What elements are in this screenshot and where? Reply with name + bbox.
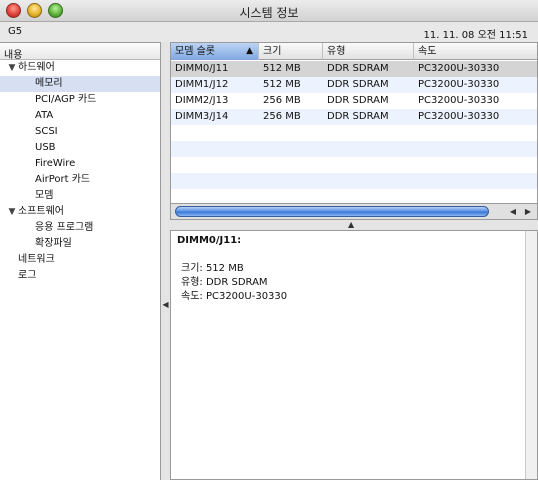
- sidebar-item[interactable]: ATA: [0, 108, 160, 124]
- scroll-right-icon[interactable]: ▶: [521, 205, 535, 218]
- sidebar-item[interactable]: 모뎀: [0, 188, 160, 204]
- table-cell: 256 MB: [263, 111, 301, 122]
- table-cell: DDR SDRAM: [327, 111, 389, 122]
- sidebar-item-label: 네트워크: [18, 254, 55, 265]
- sidebar-item[interactable]: AirPort 카드: [0, 172, 160, 188]
- horizontal-splitter[interactable]: ▲: [170, 220, 538, 230]
- sidebar-item[interactable]: ▼ 하드웨어: [0, 60, 160, 76]
- sidebar-item-label: 메모리: [35, 78, 63, 89]
- memory-table: 모뎀 슬롯 ▲ 크기 유형 속도 DIMM0/J11 512 MB DDR SDRA…: [170, 42, 538, 204]
- detail-scrollbar[interactable]: [525, 231, 537, 479]
- table-row[interactable]: DIMM3/J14 256 MB DDR SDRAM PC3200U-30330: [171, 109, 537, 125]
- sidebar-item[interactable]: 네트워크: [0, 252, 160, 268]
- sidebar-header: 내용: [0, 43, 160, 61]
- window-title: 시스템 정보: [239, 6, 299, 20]
- disclosure-triangle-icon[interactable]: ▼: [6, 204, 18, 220]
- sidebar-item-label: 하드웨어: [18, 62, 55, 73]
- detail-title: DIMM0/J11:: [177, 235, 242, 246]
- sidebar-item-label: FireWire: [35, 158, 76, 169]
- sort-ascending-icon: ▲: [246, 46, 253, 56]
- sidebar-item[interactable]: PCI/AGP 카드: [0, 92, 160, 108]
- column-header-type[interactable]: 유형: [323, 43, 414, 60]
- sidebar-item-label: PCI/AGP 카드: [35, 94, 97, 105]
- sidebar-item[interactable]: 메모리: [0, 76, 160, 92]
- table-cell: 512 MB: [263, 63, 301, 74]
- table-row: [171, 157, 537, 173]
- table-cell: DIMM3/J14: [175, 111, 229, 122]
- detail-speed: 속도: PC3200U-30330: [181, 291, 288, 302]
- table-cell: DIMM1/J12: [175, 79, 229, 90]
- contents-sidebar: 내용 ▼ 하드웨어 메모리 PCI/AGP 카드 ATA SCSI USB FireWire A…: [0, 42, 161, 480]
- table-cell: DIMM2/J13: [175, 95, 229, 106]
- column-header-speed[interactable]: 속도: [414, 43, 537, 60]
- collapse-left-icon[interactable]: ◀: [161, 300, 170, 309]
- scroll-left-icon[interactable]: ◀: [506, 205, 520, 218]
- table-header: 모뎀 슬롯 ▲ 크기 유형 속도: [171, 43, 537, 60]
- detail-pane: DIMM0/J11: 크기: 512 MB 유형: DDR SDRAM 속도: …: [170, 230, 538, 480]
- sidebar-item-label: SCSI: [35, 126, 58, 137]
- sidebar-item-label: 확장파일: [35, 238, 72, 249]
- vertical-splitter[interactable]: ◀: [161, 42, 170, 480]
- sidebar-item-label: USB: [35, 142, 56, 153]
- table-cell: PC3200U-30330: [418, 95, 500, 106]
- column-header-slot[interactable]: 모뎀 슬롯 ▲: [171, 43, 259, 60]
- disclosure-triangle-icon[interactable]: ▼: [6, 60, 18, 76]
- table-cell: DDR SDRAM: [327, 79, 389, 90]
- sidebar-item[interactable]: 확장파일: [0, 236, 160, 252]
- table-row[interactable]: DIMM2/J13 256 MB DDR SDRAM PC3200U-30330: [171, 93, 537, 109]
- horizontal-scrollbar[interactable]: ◀ ▶: [170, 204, 538, 220]
- sidebar-item-label: 소프트웨어: [18, 206, 64, 217]
- column-header-size[interactable]: 크기: [259, 43, 323, 60]
- sidebar-item-label: AirPort 카드: [35, 174, 91, 185]
- table-cell: DDR SDRAM: [327, 95, 389, 106]
- detail-size: 크기: 512 MB: [181, 263, 244, 274]
- table-cell: PC3200U-30330: [418, 111, 500, 122]
- sidebar-item[interactable]: USB: [0, 140, 160, 156]
- table-row[interactable]: DIMM0/J11 512 MB DDR SDRAM PC3200U-30330: [171, 61, 537, 77]
- report-datetime: 11. 11. 08 오전 11:51: [423, 30, 528, 41]
- table-row: [171, 125, 537, 141]
- table-cell: PC3200U-30330: [418, 79, 500, 90]
- info-bar: G5 11. 11. 08 오전 11:51: [0, 22, 538, 42]
- table-row: [171, 173, 537, 189]
- sidebar-item[interactable]: 응용 프로그램: [0, 220, 160, 236]
- sidebar-item[interactable]: FireWire: [0, 156, 160, 172]
- table-cell: 512 MB: [263, 79, 301, 90]
- table-cell: DIMM0/J11: [175, 63, 229, 74]
- table-cell: PC3200U-30330: [418, 63, 500, 74]
- table-cell: 256 MB: [263, 95, 301, 106]
- title-bar: 시스템 정보: [0, 0, 538, 22]
- table-row[interactable]: DIMM1/J12 512 MB DDR SDRAM PC3200U-30330: [171, 77, 537, 93]
- sidebar-item-label: ATA: [35, 110, 54, 121]
- sidebar-item-label: 모뎀: [35, 190, 54, 201]
- sidebar-item-label: 응용 프로그램: [35, 222, 94, 233]
- sidebar-item[interactable]: 로그: [0, 268, 160, 284]
- detail-type: 유형: DDR SDRAM: [181, 277, 268, 288]
- sidebar-item[interactable]: SCSI: [0, 124, 160, 140]
- contents-tree: ▼ 하드웨어 메모리 PCI/AGP 카드 ATA SCSI USB FireWire AirP…: [0, 60, 160, 284]
- scrollbar-thumb[interactable]: [175, 206, 489, 217]
- sidebar-item[interactable]: ▼ 소프트웨어: [0, 204, 160, 220]
- collapse-up-icon[interactable]: ▲: [348, 220, 354, 230]
- machine-name: G5: [8, 26, 23, 37]
- table-row: [171, 141, 537, 157]
- table-cell: DDR SDRAM: [327, 63, 389, 74]
- sidebar-item-label: 로그: [18, 270, 37, 281]
- table-row: [171, 189, 537, 203]
